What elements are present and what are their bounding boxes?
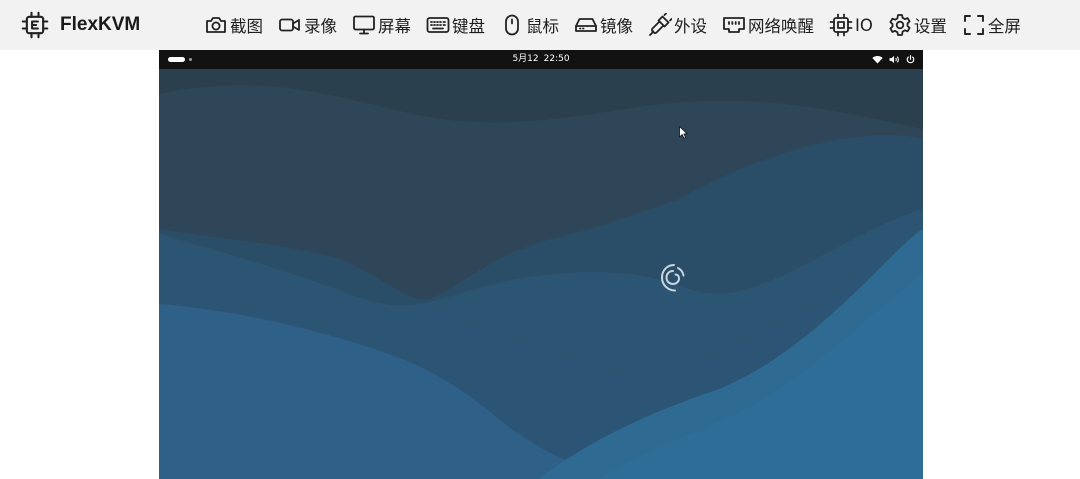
display-label: 屏幕 bbox=[378, 17, 411, 36]
wifi-icon bbox=[872, 55, 883, 64]
mouse-label: 鼠标 bbox=[526, 17, 559, 36]
peripherals-button[interactable]: 外设 bbox=[648, 11, 707, 39]
monitor-icon bbox=[352, 13, 376, 37]
mouse-icon bbox=[500, 13, 524, 37]
volume-icon bbox=[889, 55, 900, 64]
cpu-icon bbox=[829, 13, 853, 37]
remote-top-bar: 5月12 22:50 bbox=[159, 50, 923, 69]
peripherals-label: 外设 bbox=[674, 17, 707, 36]
mirror-button[interactable]: 镜像 bbox=[574, 11, 633, 39]
remote-screen[interactable]: 5月12 22:50 bbox=[159, 50, 923, 479]
debian-swirl-logo bbox=[658, 261, 688, 299]
ethernet-port-icon bbox=[722, 13, 746, 37]
settings-label: 设置 bbox=[913, 17, 947, 36]
usb-plug-icon bbox=[648, 13, 672, 37]
remote-time: 22:50 bbox=[543, 54, 570, 64]
power-icon bbox=[906, 55, 915, 64]
mouse-pointer-icon bbox=[679, 124, 688, 143]
settings-button[interactable]: 设置 bbox=[888, 11, 947, 39]
mirror-label: 镜像 bbox=[600, 17, 633, 36]
record-button[interactable]: 录像 bbox=[278, 11, 337, 39]
camera-icon bbox=[204, 13, 228, 37]
chip-logo-icon bbox=[21, 11, 49, 39]
wake-on-lan-label: 网络唤醒 bbox=[748, 17, 814, 36]
desktop-wallpaper bbox=[159, 69, 923, 479]
display-button[interactable]: 屏幕 bbox=[352, 11, 411, 39]
mouse-button[interactable]: 鼠标 bbox=[500, 11, 559, 39]
gear-icon bbox=[888, 13, 912, 37]
screenshot-button[interactable]: 截图 bbox=[204, 11, 263, 39]
keyboard-icon bbox=[426, 13, 450, 37]
remote-date: 5月12 bbox=[512, 54, 539, 64]
remote-clock[interactable]: 5月12 22:50 bbox=[159, 53, 923, 66]
keyboard-button[interactable]: 键盘 bbox=[426, 11, 485, 39]
screenshot-label: 截图 bbox=[230, 17, 263, 36]
brand: FlexKVM bbox=[21, 11, 140, 39]
io-label: IO bbox=[855, 15, 873, 35]
keyboard-label: 键盘 bbox=[452, 17, 485, 36]
top-toolbar: FlexKVM 截图 录像 屏幕 键盘 鼠标 镜像 外设 网络唤醒 IO 设置 … bbox=[0, 0, 1080, 50]
fullscreen-icon bbox=[962, 13, 986, 37]
io-button[interactable]: IO bbox=[829, 11, 873, 39]
fullscreen-label: 全屏 bbox=[987, 17, 1021, 36]
video-camera-icon bbox=[278, 13, 302, 37]
record-label: 录像 bbox=[304, 17, 337, 36]
toolbar-menu: 截图 录像 屏幕 键盘 鼠标 镜像 外设 网络唤醒 IO 设置 全屏 bbox=[204, 11, 1021, 39]
remote-status-area[interactable] bbox=[872, 53, 915, 66]
hard-drive-icon bbox=[574, 13, 598, 37]
wake-on-lan-button[interactable]: 网络唤醒 bbox=[722, 11, 814, 39]
app-title: FlexKVM bbox=[60, 14, 141, 35]
fullscreen-button[interactable]: 全屏 bbox=[962, 11, 1021, 39]
